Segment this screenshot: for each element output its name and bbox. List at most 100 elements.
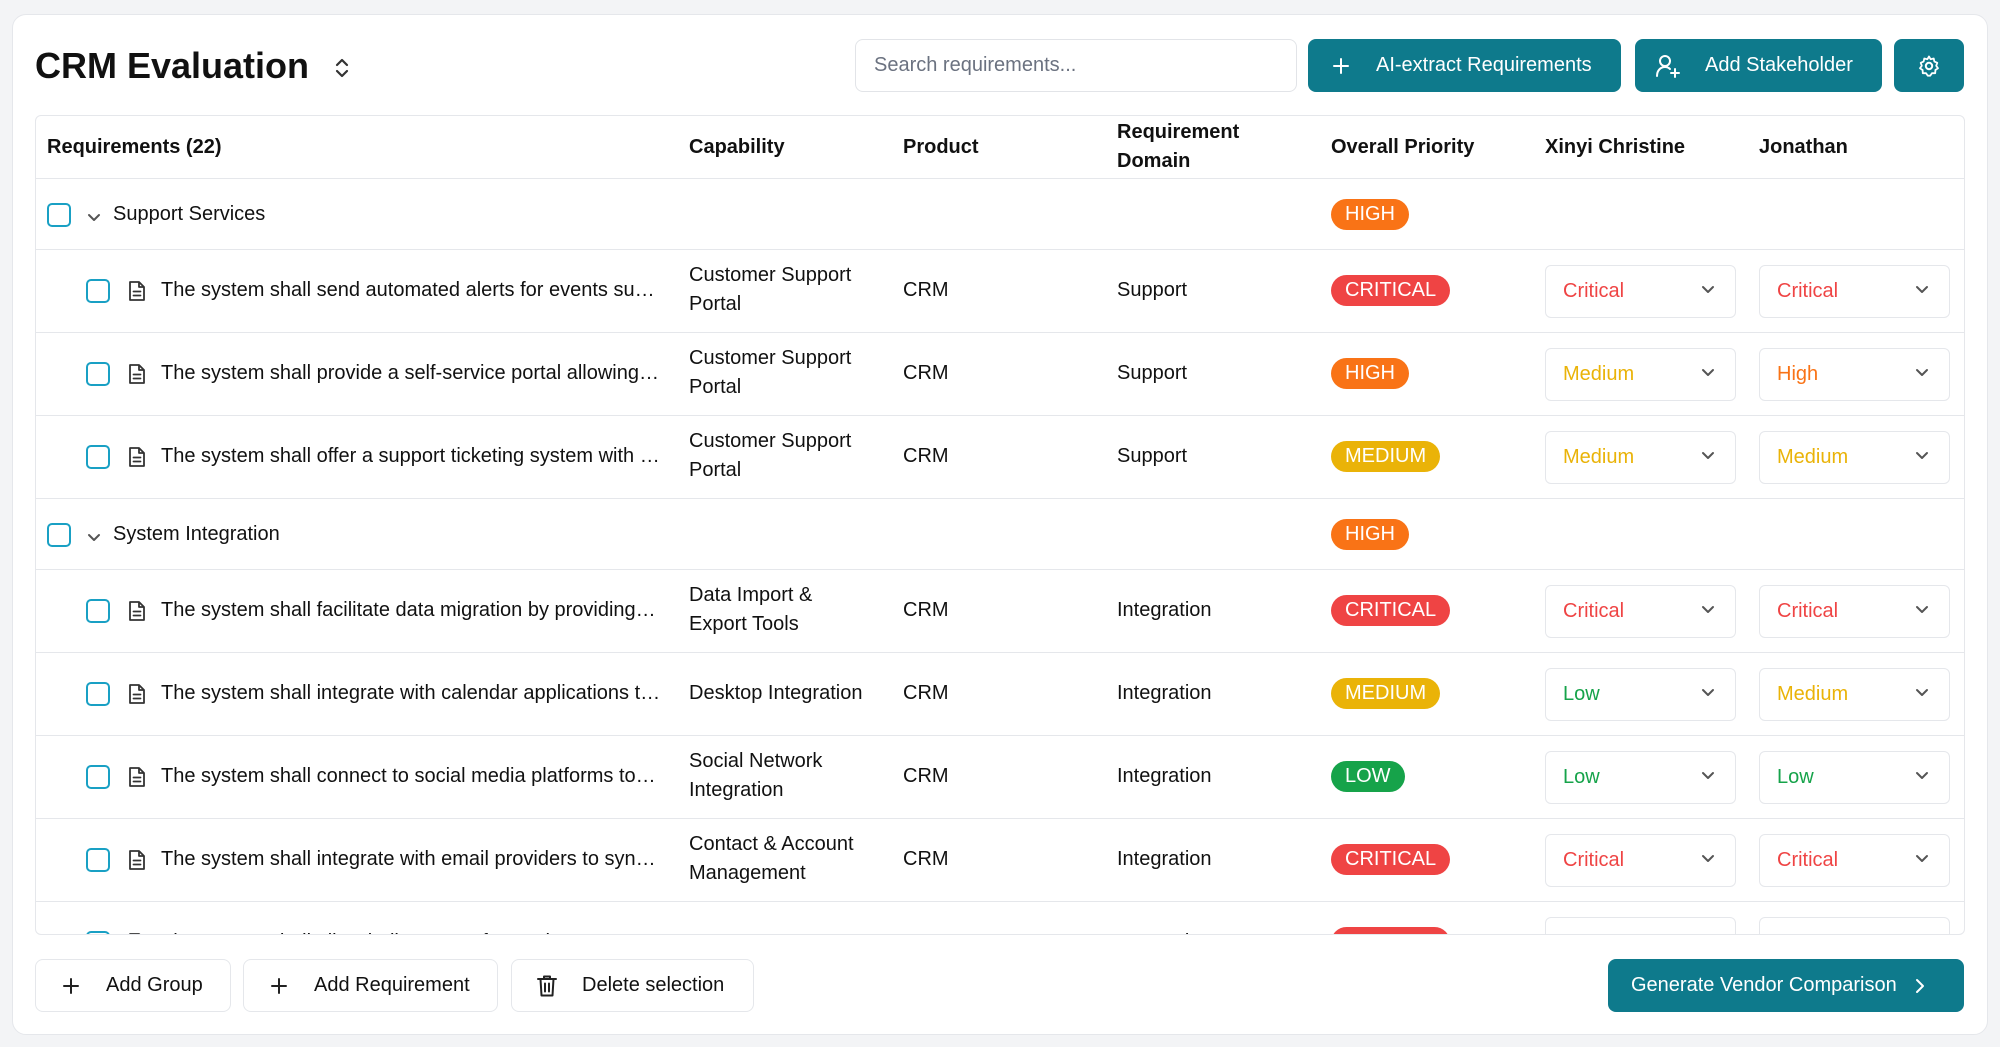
- domain-value: Integration: [1117, 682, 1212, 704]
- settings-button[interactable]: [1894, 39, 1964, 92]
- add-stakeholder-label: Add Stakeholder: [1705, 54, 1853, 76]
- domain-value: Integration: [1117, 599, 1212, 621]
- requirement-text[interactable]: The system shall integrate with email pr…: [161, 845, 661, 874]
- priority-badge: CRITICAL: [1331, 595, 1451, 626]
- select-value: Critical: [1563, 932, 1624, 934]
- stakeholder-xinyi-priority-select[interactable]: Low: [1545, 668, 1736, 721]
- document-icon: [129, 767, 145, 787]
- requirement-row[interactable]: The system shall facilitate data migrati…: [36, 570, 1964, 653]
- search-input[interactable]: [855, 39, 1297, 92]
- select-value: Critical: [1777, 932, 1838, 934]
- chevron-updown-icon[interactable]: [331, 53, 353, 83]
- stakeholder-jonathan-priority-select[interactable]: Critical: [1759, 917, 1950, 934]
- stakeholder-xinyi-priority-select[interactable]: Medium: [1545, 431, 1736, 484]
- delete-selection-button[interactable]: Delete selection: [511, 959, 754, 1012]
- group-row[interactable]: System Integration HIGH: [36, 499, 1964, 570]
- requirement-row[interactable]: The system shall send automated alerts f…: [36, 250, 1964, 333]
- chevron-down-icon: [1916, 369, 1928, 376]
- document-icon: [129, 601, 145, 621]
- requirement-text[interactable]: The system shall send automated alerts f…: [161, 276, 661, 305]
- add-requirement-button[interactable]: Add Requirement: [243, 959, 498, 1012]
- stakeholder-xinyi-priority-select[interactable]: Critical: [1545, 585, 1736, 638]
- stakeholder-jonathan-priority-select[interactable]: Critical: [1759, 834, 1950, 887]
- col-stakeholder-jonathan[interactable]: Jonathan: [1759, 133, 1848, 162]
- group-checkbox[interactable]: [47, 203, 71, 227]
- requirement-checkbox[interactable]: [86, 931, 110, 934]
- requirement-text[interactable]: The system shall facilitate data migrati…: [161, 596, 661, 625]
- requirement-text[interactable]: The system shall allow bulk export of re…: [161, 928, 661, 934]
- product-value: CRM: [903, 765, 949, 787]
- capability-line1: Data Import &: [689, 928, 812, 934]
- requirement-row[interactable]: The system shall offer a support ticketi…: [36, 416, 1964, 499]
- capability-line2: Portal: [689, 376, 742, 398]
- requirement-checkbox[interactable]: [86, 362, 110, 386]
- document-icon: [129, 281, 145, 301]
- requirement-checkbox[interactable]: [86, 682, 110, 706]
- chevron-down-icon: [1702, 772, 1714, 779]
- select-value: Critical: [1563, 280, 1625, 302]
- requirement-text[interactable]: The system shall connect to social media…: [161, 762, 661, 791]
- col-capability[interactable]: Capability: [689, 133, 785, 162]
- chevron-down-icon: [1916, 286, 1928, 293]
- product-value: CRM: [903, 362, 949, 384]
- stakeholder-xinyi-priority-select[interactable]: Critical: [1545, 265, 1736, 318]
- col-domain-line1[interactable]: Requirement: [1117, 118, 1239, 147]
- select-value: Low: [1777, 766, 1814, 788]
- stakeholder-jonathan-priority-select[interactable]: Critical: [1759, 265, 1950, 318]
- add-stakeholder-button[interactable]: Add Stakeholder: [1635, 39, 1882, 92]
- requirement-text[interactable]: The system shall provide a self-service …: [161, 359, 661, 388]
- add-group-button[interactable]: Add Group: [35, 959, 231, 1012]
- requirement-row[interactable]: The system shall allow bulk export of re…: [36, 902, 1964, 934]
- group-row[interactable]: Support Services HIGH: [36, 179, 1964, 250]
- group-collapse-toggle[interactable]: [87, 529, 101, 547]
- requirement-checkbox[interactable]: [86, 848, 110, 872]
- group-checkbox[interactable]: [47, 523, 71, 547]
- requirement-row[interactable]: The system shall integrate with email pr…: [36, 819, 1964, 902]
- chevron-down-icon: [1702, 689, 1714, 696]
- stakeholder-jonathan-priority-select[interactable]: Critical: [1759, 585, 1950, 638]
- capability-line1: Customer Support: [689, 430, 852, 452]
- select-value: Critical: [1777, 849, 1839, 871]
- requirement-checkbox[interactable]: [86, 279, 110, 303]
- select-value: Medium: [1563, 363, 1635, 385]
- requirement-text[interactable]: The system shall integrate with calendar…: [161, 679, 661, 708]
- document-icon: [129, 933, 141, 934]
- requirement-row[interactable]: The system shall provide a self-service …: [36, 333, 1964, 416]
- user-plus-icon: [1656, 54, 1680, 78]
- group-collapse-toggle[interactable]: [87, 209, 101, 227]
- col-domain-line2[interactable]: Domain: [1117, 147, 1190, 176]
- stakeholder-xinyi-priority-select[interactable]: Critical: [1545, 917, 1736, 934]
- requirement-checkbox[interactable]: [86, 599, 110, 623]
- col-requirements[interactable]: Requirements (22): [47, 133, 222, 162]
- domain-value: Integration: [1117, 848, 1212, 870]
- document-icon: [129, 447, 145, 467]
- select-value: Critical: [1777, 280, 1839, 302]
- priority-badge: CRITICAL: [1331, 927, 1451, 934]
- requirement-checkbox[interactable]: [86, 445, 110, 469]
- requirement-row[interactable]: The system shall connect to social media…: [36, 736, 1964, 819]
- requirement-text[interactable]: The system shall offer a support ticketi…: [161, 442, 661, 471]
- col-overall-priority[interactable]: Overall Priority: [1331, 133, 1474, 162]
- plus-icon: [1333, 57, 1349, 74]
- requirement-row[interactable]: The system shall integrate with calendar…: [36, 653, 1964, 736]
- chevron-down-icon: [1916, 452, 1928, 459]
- chevron-right-icon: [1915, 978, 1924, 993]
- generate-vendor-comparison-button[interactable]: Generate Vendor Comparison: [1608, 959, 1964, 1012]
- col-product[interactable]: Product: [903, 133, 979, 162]
- requirement-checkbox[interactable]: [86, 765, 110, 789]
- select-value: Critical: [1563, 849, 1625, 871]
- ai-extract-button[interactable]: AI-extract Requirements: [1308, 39, 1621, 92]
- stakeholder-jonathan-priority-select[interactable]: High: [1759, 348, 1950, 401]
- priority-badge: MEDIUM: [1331, 678, 1441, 709]
- stakeholder-jonathan-priority-select[interactable]: Medium: [1759, 668, 1950, 721]
- priority-badge: HIGH: [1331, 358, 1409, 389]
- ai-extract-label: AI-extract Requirements: [1376, 54, 1592, 76]
- stakeholder-xinyi-priority-select[interactable]: Low: [1545, 751, 1736, 804]
- stakeholder-xinyi-priority-select[interactable]: Critical: [1545, 834, 1736, 887]
- stakeholder-xinyi-priority-select[interactable]: Medium: [1545, 348, 1736, 401]
- stakeholder-jonathan-priority-select[interactable]: Low: [1759, 751, 1950, 804]
- gear-icon: [1919, 55, 1939, 77]
- col-stakeholder-xinyi[interactable]: Xinyi Christine: [1545, 133, 1685, 162]
- stakeholder-jonathan-priority-select[interactable]: Medium: [1759, 431, 1950, 484]
- chevron-down-icon: [1702, 855, 1714, 862]
